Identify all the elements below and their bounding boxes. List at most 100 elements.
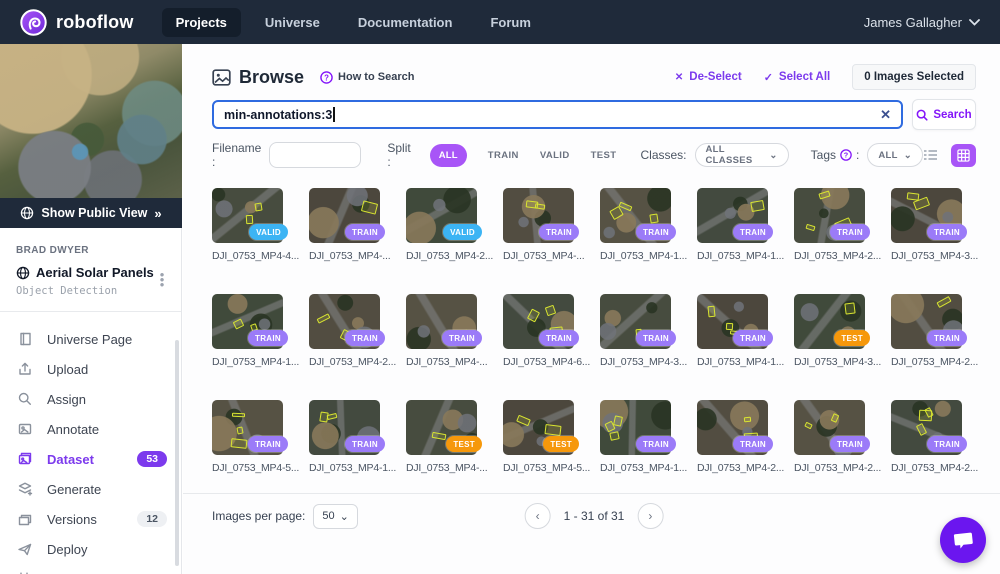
image-cell: TRAIN DJI_0753_MP4-1... [600, 400, 697, 474]
image-filename: DJI_0753_MP4-... [309, 250, 406, 262]
sidebar-item-generate[interactable]: Generate [0, 474, 181, 504]
generate-icon [17, 481, 33, 497]
sidebar-item-dataset[interactable]: Dataset53 [0, 444, 181, 474]
project-options-kebab-icon[interactable]: ••• [157, 272, 167, 287]
show-public-view-button[interactable]: Show Public View » [0, 198, 182, 228]
sidebar-item-universe-page[interactable]: Universe Page [0, 324, 181, 354]
image-cell: TRAINDJI_0753_MP4-1... [697, 188, 794, 262]
list-icon [923, 149, 938, 161]
sidebar-item-label: Upload [47, 362, 88, 377]
x-icon: ✕ [675, 72, 683, 83]
image-cell: TRAINDJI_0753_MP4-1... [600, 188, 697, 262]
image-thumbnail[interactable]: TRAIN [503, 294, 574, 349]
user-name: James Gallagher [864, 15, 962, 30]
assign-icon [17, 391, 33, 407]
project-cover-image [0, 44, 182, 198]
split-option-valid[interactable]: VALID [540, 150, 570, 161]
image-thumbnail[interactable]: TEST [406, 400, 477, 455]
select-all-button[interactable]: ✓ Select All [764, 71, 831, 84]
image-thumbnail[interactable]: TRAIN [794, 400, 865, 455]
chevron-down-icon [969, 19, 980, 26]
image-thumbnail[interactable]: TRAIN [697, 294, 768, 349]
list-view-toggle[interactable] [923, 149, 938, 161]
user-menu[interactable]: James Gallagher [864, 15, 980, 30]
image-thumbnail[interactable]: TRAIN [891, 294, 962, 349]
image-thumbnail[interactable]: TRAIN [503, 188, 574, 243]
image-thumbnail[interactable]: TRAIN [600, 294, 671, 349]
split-option-test[interactable]: TEST [591, 150, 617, 161]
image-thumbnail[interactable]: TRAIN [891, 188, 962, 243]
image-thumbnail[interactable]: TRAIN [309, 400, 380, 455]
nav-item-universe[interactable]: Universe [251, 8, 334, 37]
image-cell: TRAIN DJI_0753_MP4-... [503, 188, 600, 262]
dataset-icon [17, 451, 33, 467]
image-thumbnail[interactable]: TEST [503, 400, 574, 455]
filename-filter-input[interactable] [269, 142, 361, 168]
how-to-search-link[interactable]: ? How to Search [320, 71, 414, 84]
nav-item-documentation[interactable]: Documentation [344, 8, 467, 37]
image-cell: TRAINDJI_0753_MP4-6... [503, 294, 600, 368]
image-thumbnail[interactable]: TRAIN [406, 294, 477, 349]
selected-count-badge: 0 Images Selected [852, 64, 976, 90]
sidebar-scrollbar[interactable] [175, 340, 179, 566]
image-thumbnail[interactable]: TRAIN [600, 400, 671, 455]
deselect-button[interactable]: ✕ De-Select [675, 71, 742, 83]
split-badge: TEST [543, 436, 579, 452]
nav-item-projects[interactable]: Projects [162, 8, 241, 37]
nav-item-forum[interactable]: Forum [476, 8, 544, 37]
tags-dropdown[interactable]: ALL ⌄ [867, 143, 923, 167]
image-thumbnail[interactable]: TRAIN [212, 400, 283, 455]
image-cell: VALIDDJI_0753_MP4-4... [212, 188, 309, 262]
sidebar-item-health-check[interactable]: Health Check [0, 564, 181, 574]
image-thumbnail[interactable]: TRAIN [600, 188, 671, 243]
image-thumbnail[interactable]: TRAIN [891, 400, 962, 455]
split-badge: TRAIN [345, 224, 385, 240]
annotation-box [254, 203, 262, 212]
split-badge: VALID [443, 224, 482, 240]
image-cell: TRAIN DJI_0753_MP4-... [309, 188, 406, 262]
chevron-down-icon: ⌄ [769, 150, 777, 161]
sidebar-item-annotate[interactable]: Annotate [0, 414, 181, 444]
project-info: BRAD DWYER Aerial Solar Panels ••• Objec… [0, 228, 181, 307]
image-thumbnail[interactable]: TRAIN [212, 294, 283, 349]
brand[interactable]: roboflow [20, 9, 134, 36]
split-badge: TRAIN [248, 436, 288, 452]
image-filename: DJI_0753_MP4-2... [794, 250, 891, 262]
classes-dropdown[interactable]: ALL CLASSES ⌄ [695, 143, 789, 167]
image-filename: DJI_0753_MP4-1... [600, 462, 697, 474]
image-thumbnail[interactable]: TRAIN [697, 400, 768, 455]
image-cell: TRAINDJI_0753_MP4-2... [309, 294, 406, 368]
split-badge: TRAIN [733, 436, 773, 452]
image-cell: TRAINDJI_0753_MP4-2... [794, 400, 891, 474]
chat-widget-button[interactable] [940, 517, 986, 563]
image-thumbnail[interactable]: VALID [212, 188, 283, 243]
sidebar-item-versions[interactable]: Versions12 [0, 504, 181, 534]
sidebar-item-deploy[interactable]: Deploy [0, 534, 181, 564]
count-badge: 12 [137, 511, 167, 527]
split-badge: TRAIN [927, 224, 967, 240]
image-thumbnail[interactable]: TRAIN [697, 188, 768, 243]
split-option-train[interactable]: TRAIN [488, 150, 519, 161]
main-content: Browse ? How to Search ✕ De-Select ✓ Sel… [183, 44, 1000, 574]
image-thumbnail[interactable]: TRAIN [309, 188, 380, 243]
search-button[interactable]: Search [912, 99, 976, 130]
split-badge: TRAIN [345, 436, 385, 452]
search-input[interactable]: min-annotations:3 ✕ [212, 100, 903, 129]
sidebar-item-label: Generate [47, 482, 101, 497]
image-thumbnail[interactable]: TRAIN [309, 294, 380, 349]
clear-search-icon[interactable]: ✕ [880, 107, 891, 123]
image-filename: DJI_0753_MP4-... [503, 250, 600, 262]
sidebar-item-assign[interactable]: Assign [0, 384, 181, 414]
sidebar-item-upload[interactable]: Upload [0, 354, 181, 384]
image-thumbnail[interactable]: VALID [406, 188, 477, 243]
split-option-all[interactable]: ALL [430, 144, 467, 167]
next-page-button[interactable]: › [637, 503, 663, 529]
image-thumbnail[interactable]: TRAIN [794, 188, 865, 243]
top-nav: roboflow Projects Universe Documentation Fo… [0, 0, 1000, 44]
image-thumbnail[interactable]: TEST [794, 294, 865, 349]
prev-page-button[interactable]: ‹ [525, 503, 551, 529]
image-filename: DJI_0753_MP4-2... [697, 462, 794, 474]
search-query-text: min-annotations:3 [224, 108, 332, 122]
per-page-select[interactable]: 50 ⌄ [313, 504, 357, 529]
grid-view-toggle[interactable] [951, 144, 976, 167]
